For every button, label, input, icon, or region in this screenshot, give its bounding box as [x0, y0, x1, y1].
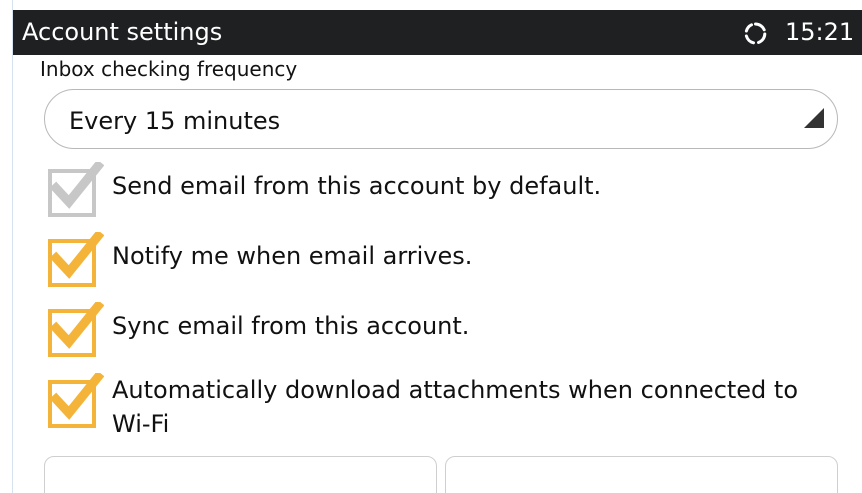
attachments-label: Automatically download attachments when …: [112, 376, 799, 438]
bottom-right-button[interactable]: [445, 456, 838, 493]
sync-option[interactable]: Sync email from this account.: [48, 302, 838, 358]
attachments-option[interactable]: Automatically download attachments when …: [48, 373, 838, 443]
bottom-left-button[interactable]: [44, 456, 437, 493]
selected-frequency: Every 15 minutes: [69, 107, 281, 135]
sync-checkbox[interactable]: [48, 302, 104, 358]
title-bar: Account settings 15:21: [13, 10, 862, 55]
left-panel-edge: [0, 0, 13, 493]
inbox-frequency-label: Inbox checking frequency: [40, 57, 298, 81]
dropdown-triangle-icon: [804, 108, 824, 128]
page-title: Account settings: [22, 18, 223, 46]
send-default-label: Send email from this account by default.: [112, 172, 602, 200]
status-time: 15:21: [785, 18, 855, 46]
inbox-frequency-select[interactable]: Every 15 minutes: [44, 89, 838, 149]
account-settings-screen: Account settings 15:21 Inbox checking fr…: [0, 0, 862, 493]
notify-label: Notify me when email arrives.: [112, 242, 473, 270]
attachments-checkbox[interactable]: [48, 373, 104, 429]
sync-label: Sync email from this account.: [112, 312, 470, 340]
notify-checkbox[interactable]: [48, 232, 104, 288]
send-default-checkbox[interactable]: [48, 162, 104, 218]
notify-option[interactable]: Notify me when email arrives.: [48, 232, 838, 288]
sync-icon: [744, 22, 767, 45]
send-default-option[interactable]: Send email from this account by default.: [48, 162, 838, 218]
